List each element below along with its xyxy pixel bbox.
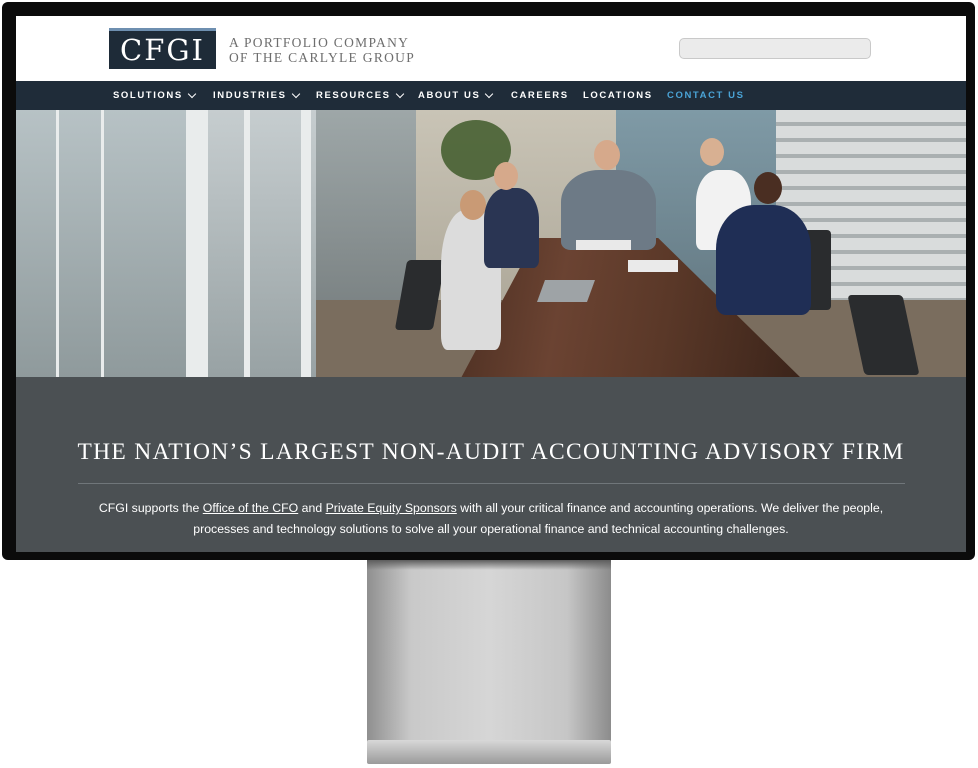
nav-label: SOLUTIONS xyxy=(113,90,183,101)
nav-item-resources[interactable]: RESOURCES xyxy=(316,81,404,110)
nav-item-locations[interactable]: LOCATIONS xyxy=(583,81,653,110)
person-man-navy xyxy=(484,188,539,268)
window-mullion xyxy=(56,110,59,377)
intro-paragraph: CFGI supports the Office of the CFO and … xyxy=(96,498,886,539)
nav-item-about-us[interactable]: ABOUT US xyxy=(418,81,494,110)
office-of-the-cfo-link[interactable]: Office of the CFO xyxy=(203,501,298,515)
nav-label: INDUSTRIES xyxy=(213,90,287,101)
nav-label: RESOURCES xyxy=(316,90,391,101)
monitor-stand xyxy=(367,560,611,752)
laptop xyxy=(536,280,596,302)
person-man-grey-suit xyxy=(561,170,656,250)
monitor-stand-base xyxy=(367,740,611,764)
site-header: CFGI A PORTFOLIO COMPANY OF THE CARLYLE … xyxy=(16,16,966,81)
paragraph-text: CFGI supports the xyxy=(98,501,203,515)
window-panel xyxy=(16,110,196,377)
cfgi-logo[interactable]: CFGI xyxy=(109,28,216,69)
nav-item-contact-us[interactable]: CONTACT US xyxy=(667,81,745,110)
window-mullion xyxy=(186,110,208,377)
website-screen: CFGI A PORTFOLIO COMPANY OF THE CARLYLE … xyxy=(16,16,966,552)
nav-label: ABOUT US xyxy=(418,90,481,101)
nav-label: CAREERS xyxy=(511,90,569,101)
person-head xyxy=(594,140,620,170)
logo-tagline: A PORTFOLIO COMPANY OF THE CARLYLE GROUP xyxy=(229,35,415,65)
papers xyxy=(628,260,678,272)
hero-image-meeting-room xyxy=(16,110,966,377)
tagline-line-1: A PORTFOLIO COMPANY xyxy=(229,35,410,50)
tagline-line-2: OF THE CARLYLE GROUP xyxy=(229,50,416,65)
stand-shadow xyxy=(367,560,611,570)
window-mullion xyxy=(244,110,250,377)
divider xyxy=(78,483,905,484)
monitor-frame: CFGI A PORTFOLIO COMPANY OF THE CARLYLE … xyxy=(2,2,975,560)
papers xyxy=(576,240,631,250)
person-head xyxy=(700,138,724,166)
window-mullion xyxy=(301,110,311,377)
nav-item-careers[interactable]: CAREERS xyxy=(511,81,569,110)
person-head xyxy=(494,162,518,190)
person-head xyxy=(460,190,486,220)
intro-headline: THE NATION’S LARGEST NON-AUDIT ACCOUNTIN… xyxy=(77,439,905,465)
window-mullion xyxy=(101,110,104,377)
nav-label: LOCATIONS xyxy=(583,90,653,101)
chevron-down-icon xyxy=(395,89,404,99)
chevron-down-icon xyxy=(187,89,197,99)
nav-item-solutions[interactable]: SOLUTIONS xyxy=(113,81,197,110)
nav-label: CONTACT US xyxy=(667,90,745,101)
private-equity-sponsors-link[interactable]: Private Equity Sponsors xyxy=(326,501,457,515)
paragraph-text: and xyxy=(298,501,326,515)
person-head xyxy=(754,172,782,204)
nav-item-industries[interactable]: INDUSTRIES xyxy=(213,81,300,110)
person-man-blue-suit xyxy=(716,205,811,315)
search-input[interactable] xyxy=(679,38,871,59)
main-navigation: SOLUTIONS INDUSTRIES RESOURCES ABOUT US … xyxy=(16,81,966,110)
chevron-down-icon xyxy=(485,89,494,99)
intro-section: THE NATION’S LARGEST NON-AUDIT ACCOUNTIN… xyxy=(16,377,966,552)
chevron-down-icon xyxy=(291,89,300,99)
logo-text: CFGI xyxy=(120,32,205,67)
window-panel xyxy=(196,110,316,377)
